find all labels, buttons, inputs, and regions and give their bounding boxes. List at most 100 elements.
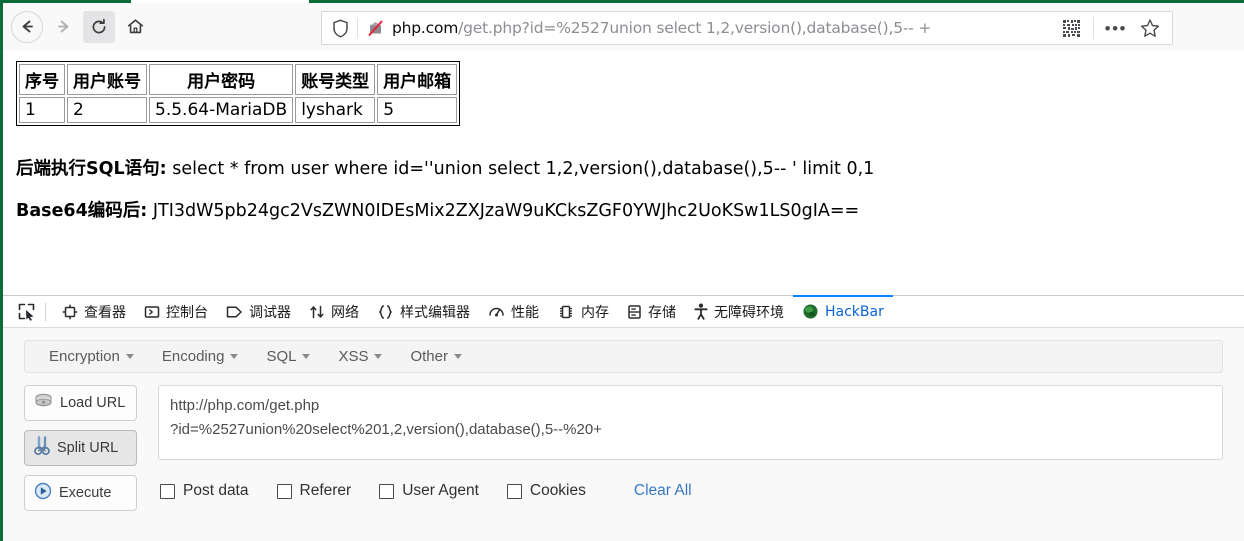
url-bar[interactable]: php.com/get.php?id=%2527union select 1,2… (321, 11, 1173, 45)
menu-label: SQL (266, 348, 297, 365)
menu-xss[interactable]: XSS (324, 348, 396, 365)
checkbox-post-data[interactable]: Post data (160, 482, 249, 500)
tab-inspector[interactable]: 查看器 (53, 296, 135, 328)
style-editor-icon (377, 304, 394, 320)
navigation-buttons (3, 10, 151, 43)
tab-label: 样式编辑器 (400, 304, 470, 321)
hackbar-options: Post data Referer User Agent Cookies Cle… (158, 482, 1223, 500)
checkbox-box[interactable] (160, 483, 175, 499)
tab-network[interactable]: 网络 (300, 296, 368, 328)
tab-performance[interactable]: 性能 (479, 296, 548, 328)
url-host: php.com (392, 19, 459, 37)
tab-style-editor[interactable]: 样式编辑器 (368, 296, 479, 328)
tab-debugger[interactable]: 调试器 (217, 296, 300, 328)
tab-label: 控制台 (166, 304, 208, 321)
checkbox-label: Cookies (529, 482, 586, 499)
tab-label: 网络 (331, 304, 359, 321)
chevron-down-icon (230, 354, 239, 359)
request-textarea[interactable]: http://php.com/get.php ?id=%2527union%20… (158, 385, 1223, 460)
devtools-tabbar-divider (45, 302, 46, 321)
tab-hackbar[interactable]: HackBar (793, 294, 893, 328)
checkbox-box[interactable] (379, 483, 395, 499)
checkbox-cookies[interactable]: Cookies (506, 482, 586, 500)
checkbox-referer[interactable]: Referer (276, 482, 352, 500)
element-picker-icon[interactable] (11, 302, 41, 321)
network-icon (309, 304, 325, 320)
browser-toolbar: php.com/get.php?id=%2527union select 1,2… (3, 3, 1244, 50)
memory-icon (557, 304, 575, 320)
qr-code-icon[interactable] (1050, 19, 1093, 38)
checkbox-user-agent[interactable]: User Agent (379, 482, 479, 500)
tab-label: 调试器 (249, 304, 291, 321)
table-cell: 5 (377, 97, 458, 123)
reload-button[interactable] (83, 10, 115, 43)
menu-other[interactable]: Other (396, 348, 476, 365)
button-label: Load URL (60, 395, 126, 411)
checkbox-box[interactable] (276, 483, 292, 499)
menu-encryption[interactable]: Encryption (35, 348, 148, 365)
window-frame-left (0, 0, 3, 541)
menu-label: XSS (338, 348, 369, 365)
chevron-down-icon (374, 354, 383, 359)
sql-statement-line: 后端执行SQL语句: select * from user where id='… (16, 155, 1244, 180)
devtools-panel: 查看器 控制台 调试器 网络 样式编辑器 性能 内存 存储 无障碍环境 Hack… (3, 294, 1244, 541)
tab-label: 内存 (581, 304, 609, 321)
query-result-table: 序号 用户账号 用户密码 账号类型 用户邮箱 1 2 5.5.64-MariaD… (16, 61, 461, 126)
chevron-down-icon (453, 354, 462, 359)
table-header-cell: 用户账号 (67, 64, 147, 95)
table-cell: lyshark (295, 97, 376, 123)
button-label: Split URL (57, 440, 119, 456)
table-header-cell: 用户邮箱 (377, 64, 458, 95)
menu-sql[interactable]: SQL (252, 348, 324, 365)
scissors-icon (34, 436, 50, 460)
table-header-cell: 用户密码 (149, 64, 294, 95)
tab-console[interactable]: 控制台 (135, 296, 217, 328)
back-button[interactable] (11, 10, 43, 43)
checkbox-label: Post data (183, 482, 249, 499)
window-frame-top-left (0, 0, 131, 3)
button-label: Execute (59, 485, 112, 501)
table-row: 1 2 5.5.64-MariaDB lyshark 5 (19, 97, 458, 123)
chevron-down-icon (125, 354, 134, 359)
menu-label: Encryption (49, 348, 120, 365)
table-header-cell: 账号类型 (295, 64, 376, 95)
storage-icon (627, 304, 642, 320)
table-header-row: 序号 用户账号 用户密码 账号类型 用户邮箱 (19, 64, 458, 95)
home-button[interactable] (119, 11, 151, 43)
clear-all-link[interactable]: Clear All (634, 482, 692, 500)
split-url-button[interactable]: Split URL (24, 430, 137, 466)
base64-line: Base64编码后: JTI3dW5pb24gc2VsZWN0IDEsMix2Z… (16, 197, 1244, 222)
noscript-icon[interactable] (358, 19, 392, 38)
sql-statement-label: 后端执行SQL语句: (16, 159, 167, 179)
url-text[interactable]: php.com/get.php?id=%2527union select 1,2… (392, 19, 1050, 37)
shield-icon[interactable] (322, 19, 357, 38)
disk-icon (34, 393, 53, 413)
window-frame-top-right (309, 0, 1244, 3)
menu-label: Encoding (161, 348, 225, 365)
tab-memory[interactable]: 内存 (548, 296, 618, 328)
sql-statement-value: select * from user where id=''union sele… (166, 159, 875, 179)
tab-storage[interactable]: 存储 (618, 296, 685, 328)
hackbar-icon (802, 303, 819, 320)
menu-encoding[interactable]: Encoding (148, 348, 253, 365)
tab-label: HackBar (825, 303, 884, 320)
more-options-icon[interactable]: ••• (1094, 20, 1138, 37)
star-icon[interactable] (1138, 18, 1172, 38)
load-url-button[interactable]: Load URL (24, 385, 137, 421)
accessibility-icon (694, 303, 708, 320)
table-cell: 5.5.64-MariaDB (149, 97, 294, 123)
tab-label: 存储 (648, 304, 676, 321)
checkbox-label: User Agent (402, 482, 479, 499)
checkbox-box[interactable] (506, 483, 522, 499)
checkbox-label: Referer (299, 482, 352, 499)
tab-accessibility[interactable]: 无障碍环境 (685, 296, 793, 328)
table-header-cell: 序号 (19, 64, 65, 95)
hackbar-menubar: Encryption Encoding SQL XSS Other (24, 340, 1223, 373)
tab-label: 查看器 (84, 304, 126, 321)
forward-button[interactable] (47, 11, 79, 43)
inspector-icon (62, 304, 78, 320)
hackbar-body: Load URL Split URL Execute http://php.co… (3, 373, 1244, 511)
performance-icon (488, 304, 505, 320)
table-cell: 2 (67, 97, 147, 123)
execute-button[interactable]: Execute (24, 475, 137, 511)
